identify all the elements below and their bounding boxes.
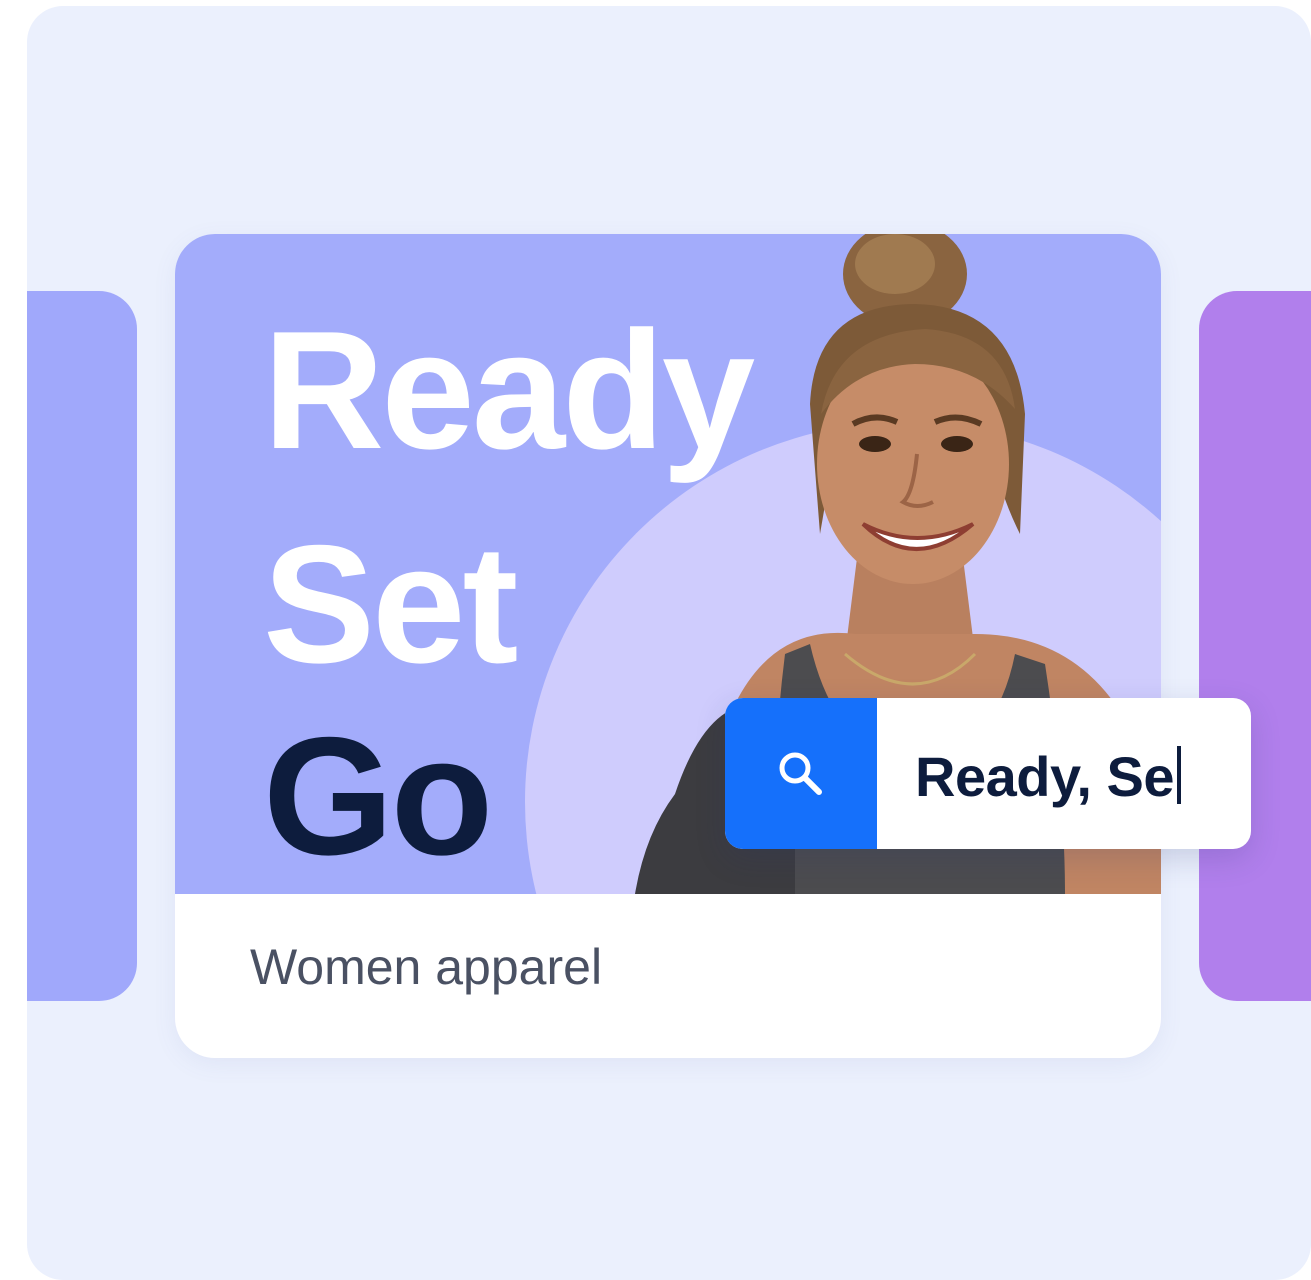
search-button[interactable]: [725, 698, 877, 849]
next-card[interactable]: [1199, 291, 1311, 1001]
search-bar[interactable]: Ready, Se: [725, 698, 1251, 849]
search-input[interactable]: Ready, Se: [915, 744, 1182, 809]
text-caret: [1177, 746, 1182, 804]
previous-card[interactable]: [27, 291, 137, 1001]
headline-go: Go: [263, 702, 493, 890]
headline-ready: Ready: [263, 296, 755, 484]
carousel-frame: Ready Set Go Women apparel: [27, 6, 1311, 1280]
product-card[interactable]: Ready Set Go Women apparel: [175, 234, 1161, 1058]
headline-set: Set: [263, 510, 518, 698]
card-caption: Women apparel: [250, 939, 603, 995]
search-icon: [779, 752, 822, 795]
